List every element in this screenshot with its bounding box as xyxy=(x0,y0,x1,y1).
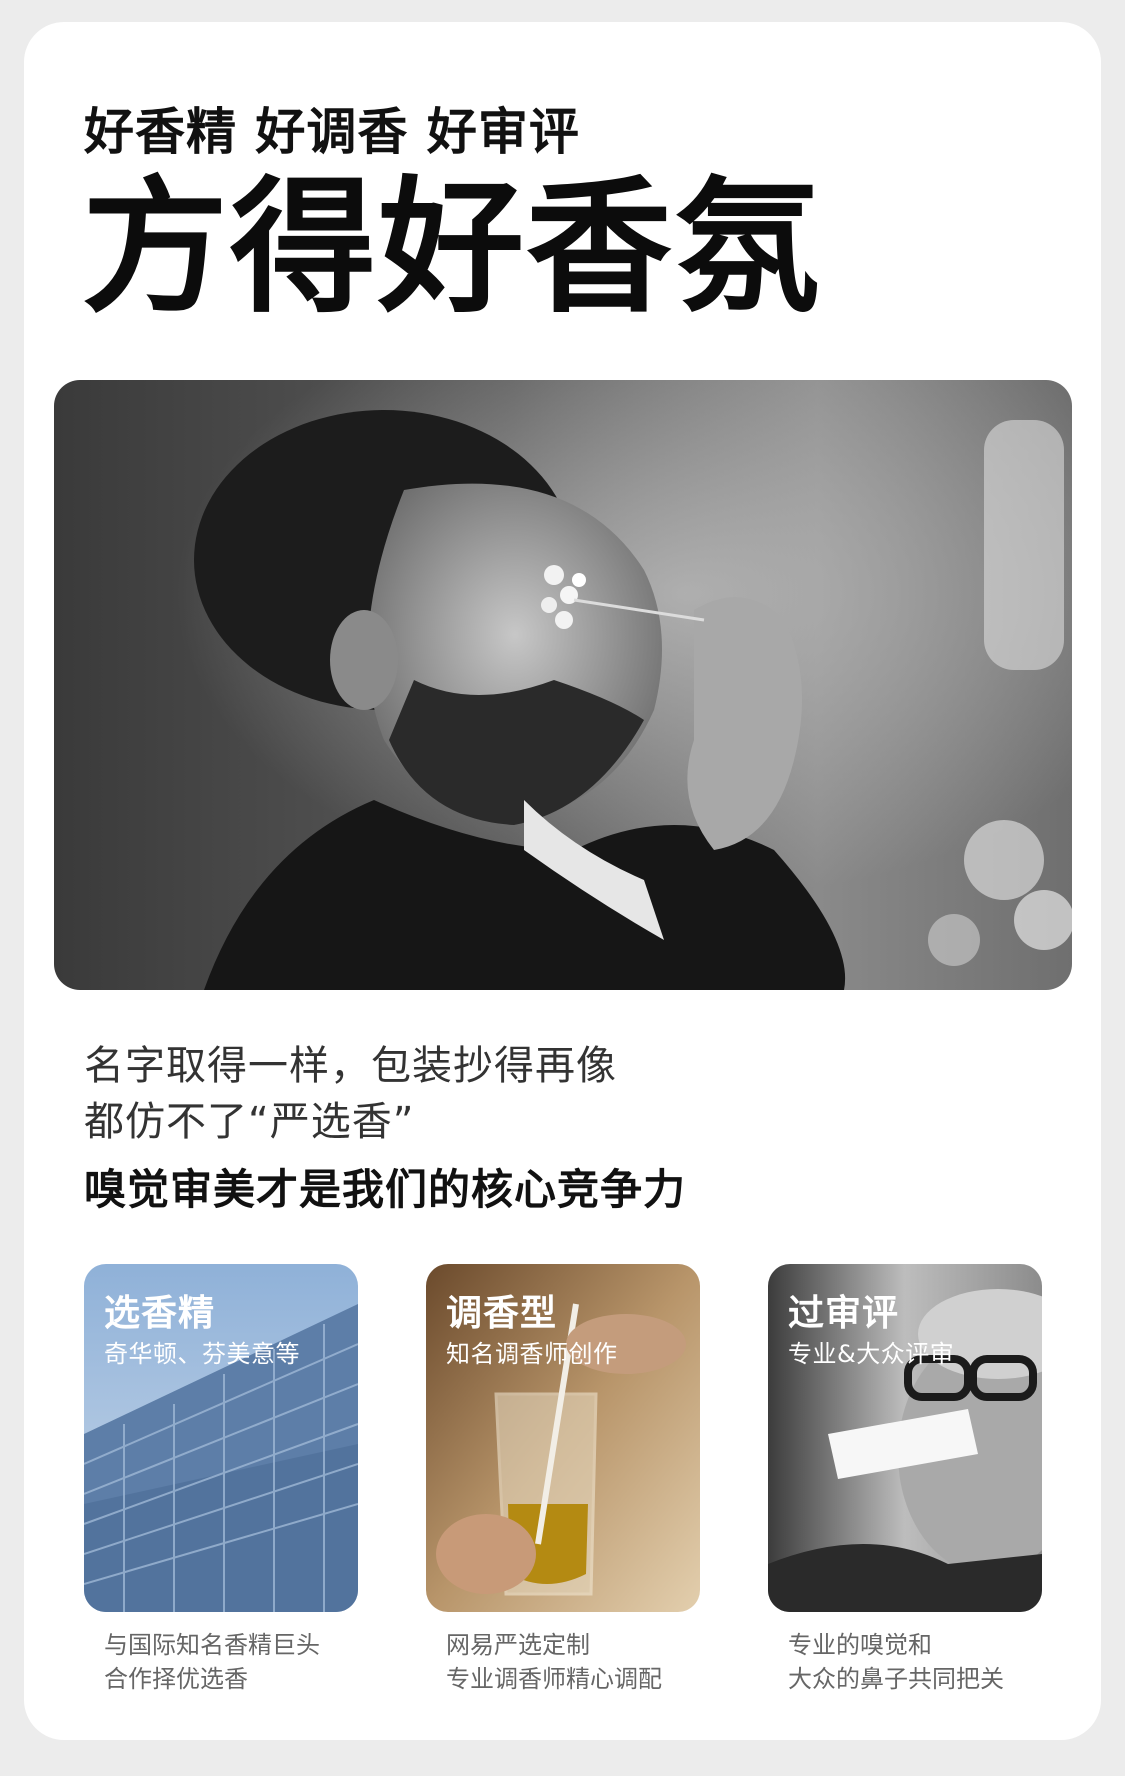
content-card: 好香精 好调香 好审评 方得好香氛 名字取得一样，包装抄得再像 都仿不了“严选香… xyxy=(24,22,1101,1740)
copy-line-1: 名字取得一样，包装抄得再像 xyxy=(84,1043,617,1089)
hero-photo xyxy=(54,380,1072,990)
feature-description: 与国际知名香精巨头 合作择优选香 xyxy=(84,1628,358,1696)
feature-desc-line: 网易严选定制 xyxy=(446,1631,590,1659)
feature-subtitle: 奇华顿、芬美意等 xyxy=(104,1340,300,1368)
feature-desc-line: 与国际知名香精巨头 xyxy=(104,1631,320,1659)
feature-review-fragrance: 过审评 专业&大众评审 专业的嗅觉和 大众的鼻子共同把关 xyxy=(768,1264,1042,1696)
copy-line-2: 都仿不了“严选香” xyxy=(84,1099,415,1145)
marketing-copy: 名字取得一样，包装抄得再像 都仿不了“严选香” 嗅觉审美才是我们的核心竞争力 xyxy=(84,1038,686,1218)
hero-photo-illustration xyxy=(54,380,1072,990)
feature-title: 选香精 xyxy=(104,1293,216,1334)
feature-desc-line: 大众的鼻子共同把关 xyxy=(788,1665,1004,1693)
feature-subtitle: 知名调香师创作 xyxy=(446,1340,618,1368)
feature-tile: 过审评 专业&大众评审 xyxy=(768,1264,1042,1612)
page-subtitle: 好香精 好调香 好审评 xyxy=(84,103,580,161)
feature-tile: 调香型 知名调香师创作 xyxy=(426,1264,700,1612)
feature-blend-fragrance: 调香型 知名调香师创作 网易严选定制 专业调香师精心调配 xyxy=(426,1264,700,1696)
feature-title: 调香型 xyxy=(446,1293,558,1334)
feature-desc-line: 合作择优选香 xyxy=(104,1665,248,1693)
page-headline: 方得好香氛 xyxy=(82,163,822,333)
copy-emphasis: 嗅觉审美才是我们的核心竞争力 xyxy=(84,1165,687,1214)
feature-desc-line: 专业的嗅觉和 xyxy=(788,1631,932,1659)
feature-description: 网易严选定制 专业调香师精心调配 xyxy=(426,1628,700,1696)
feature-description: 专业的嗅觉和 大众的鼻子共同把关 xyxy=(768,1628,1042,1696)
feature-title: 过审评 xyxy=(788,1293,900,1334)
feature-desc-line: 专业调香师精心调配 xyxy=(446,1665,662,1693)
feature-subtitle: 专业&大众评审 xyxy=(788,1340,955,1368)
feature-tile: 选香精 奇华顿、芬美意等 xyxy=(84,1264,358,1612)
feature-select-fragrance: 选香精 奇华顿、芬美意等 与国际知名香精巨头 合作择优选香 xyxy=(84,1264,358,1696)
